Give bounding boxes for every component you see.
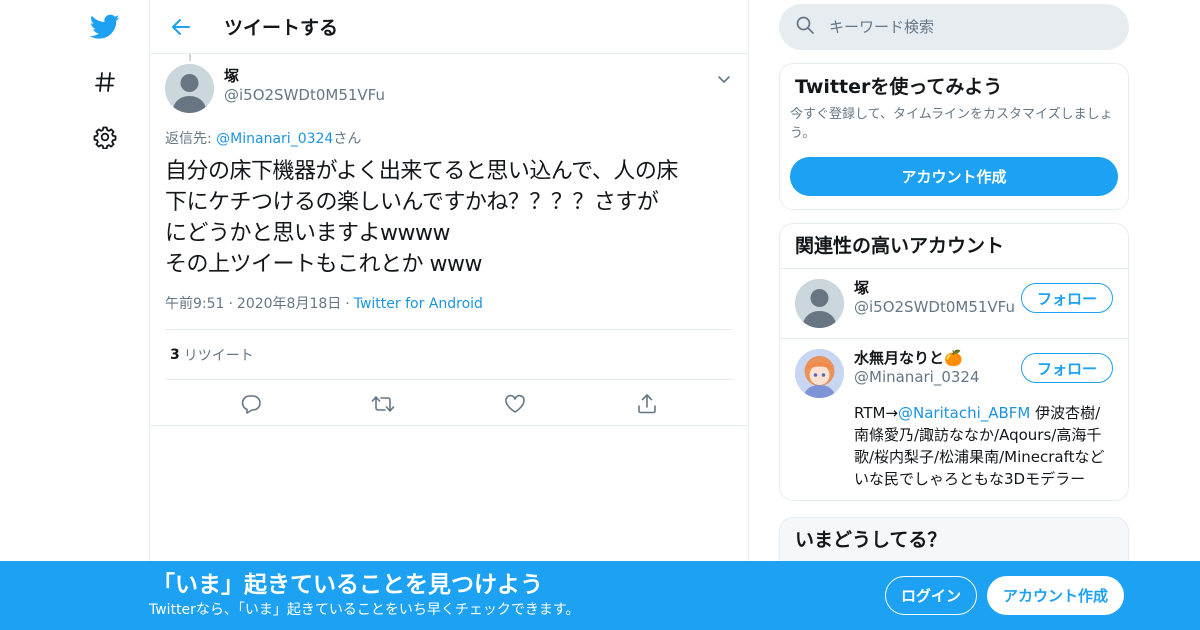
reply-prefix: 返信先: — [165, 131, 217, 147]
tweet-date[interactable]: 2020年8月18日 — [237, 296, 341, 312]
twitter-bird-icon[interactable] — [90, 12, 120, 42]
gear-icon[interactable] — [90, 122, 120, 152]
account-name[interactable]: 塚 — [854, 279, 1015, 298]
account-handle[interactable]: @i5O2SWDt0M51VFu — [854, 298, 1015, 317]
tweet-actions — [165, 380, 733, 428]
hashtag-icon[interactable] — [90, 67, 120, 97]
login-button[interactable]: ログイン — [885, 576, 977, 615]
bio-mention-link[interactable]: @Naritachi_ABFM — [898, 404, 1030, 422]
tweet-author: 塚 @i5O2SWDt0M51VFu — [165, 64, 733, 116]
page-title: ツイートする — [224, 17, 339, 39]
meta-separator: · — [345, 296, 350, 312]
follow-button[interactable]: フォロー — [1021, 353, 1113, 383]
tweet-text: 自分の床下機器がよく出来てると思い込んで、人の床 下にケチつけるの楽しいんですか… — [165, 159, 678, 277]
left-nav — [80, 0, 140, 630]
tweet: 塚 @i5O2SWDt0M51VFu 返信先: @Minanari_0324さん… — [150, 54, 748, 428]
list-item[interactable]: 水無月なりと🍊 @Minanari_0324 フォロー RTM→@Naritac… — [780, 339, 1128, 500]
banner-subtitle: Twitterなら、「いま」起きていることをいち早くチェックできます。 — [149, 602, 580, 618]
signup-card-desc: 今すぐ登録して、タイムラインをカスタマイズしましょう。 — [790, 107, 1113, 141]
list-item[interactable]: 塚 @i5O2SWDt0M51VFu フォロー — [780, 269, 1128, 339]
main-header: ツイートする — [150, 0, 748, 54]
avatar[interactable] — [795, 279, 844, 328]
tweet-time[interactable]: 午前9:51 — [165, 296, 224, 312]
like-icon[interactable] — [503, 392, 527, 416]
share-icon[interactable] — [635, 392, 659, 416]
thread-line — [189, 54, 191, 61]
tweet-stats: 3 リツイート — [165, 329, 733, 380]
meta-separator: · — [228, 296, 233, 312]
related-accounts-card: 関連性の高いアカウント 塚 @i5O2SWDt0M51VFu フォロー 水無月な… — [779, 223, 1129, 501]
retweet-icon[interactable] — [371, 392, 395, 416]
trends-title: いまどうしてる？ — [780, 518, 1128, 563]
account-handle[interactable]: @Minanari_0324 — [854, 368, 980, 387]
divider — [150, 425, 748, 426]
create-account-button[interactable]: アカウント作成 — [790, 157, 1118, 196]
related-accounts-title: 関連性の高いアカウント — [780, 224, 1128, 269]
tweet-meta: 午前9:51 · 2020年8月18日 · Twitter for Android — [165, 294, 733, 314]
reply-context: 返信先: @Minanari_0324さん — [165, 128, 733, 150]
author-name[interactable]: 塚 — [224, 67, 385, 86]
author-handle[interactable]: @i5O2SWDt0M51VFu — [224, 86, 385, 105]
search-input[interactable] — [829, 18, 1089, 36]
chevron-down-icon[interactable] — [715, 70, 733, 88]
avatar[interactable] — [165, 64, 214, 113]
banner-title: 「いま」起きていることを見つけよう — [152, 572, 543, 598]
follow-button[interactable]: フォロー — [1021, 283, 1113, 313]
signup-button[interactable]: アカウント作成 — [987, 576, 1124, 615]
bottom-banner: 「いま」起きていることを見つけよう Twitterなら、「いま」起きていることを… — [0, 561, 1200, 630]
reply-icon[interactable] — [239, 392, 263, 416]
right-sidebar: Twitterを使ってみよう 今すぐ登録して、タイムラインをカスタマイズしましょ… — [779, 0, 1129, 597]
signup-card-title: Twitterを使ってみよう — [795, 76, 1003, 98]
avatar[interactable] — [795, 349, 844, 398]
account-bio: RTM→@Naritachi_ABFM 伊波杏樹/南條愛乃/諏訪ななか/Aqou… — [854, 402, 1114, 490]
reply-suffix: さん — [333, 131, 362, 147]
arrow-left-icon[interactable] — [168, 14, 194, 40]
retweet-count[interactable]: 3 — [170, 347, 180, 363]
main-column: ツイートする 塚 @i5O2SWDt0M51VFu 返信先: @Minanari… — [149, 0, 749, 630]
search-icon — [795, 15, 815, 39]
signup-card: Twitterを使ってみよう 今すぐ登録して、タイムラインをカスタマイズしましょ… — [779, 63, 1129, 210]
account-name[interactable]: 水無月なりと🍊 — [854, 349, 980, 368]
reply-handle-link[interactable]: @Minanari_0324 — [216, 131, 333, 147]
search-box[interactable] — [779, 4, 1129, 50]
tweet-source-link[interactable]: Twitter for Android — [354, 296, 483, 312]
retweet-label[interactable]: リツイート — [184, 345, 254, 365]
bio-prefix: RTM→ — [854, 404, 899, 422]
